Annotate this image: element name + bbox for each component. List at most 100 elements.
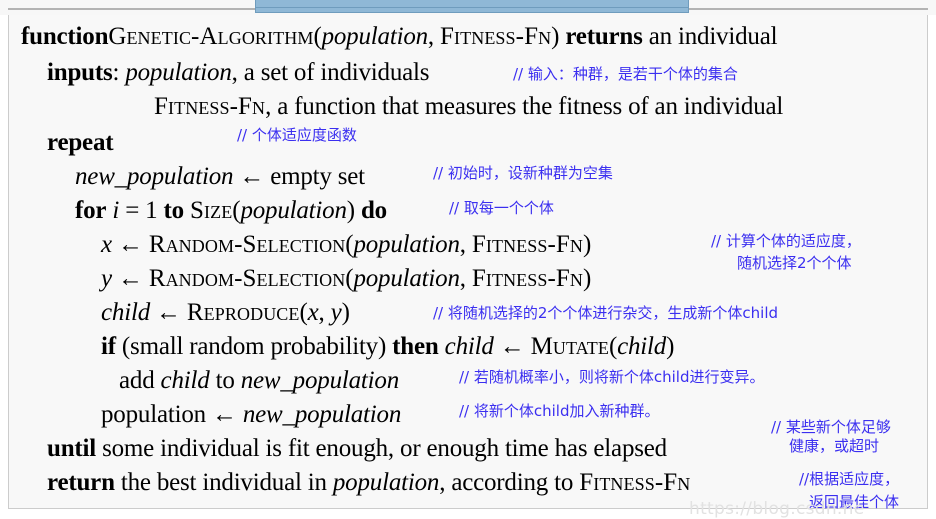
code-token-keyword: inputs xyxy=(47,59,113,86)
code-token-plain: ( xyxy=(313,23,322,50)
code-token-keyword: do xyxy=(360,197,387,224)
code-token-italic: population xyxy=(353,231,460,258)
annotation-reproduce: // 将随机选择的2个个体进行杂交，生成新个体child xyxy=(433,304,779,322)
annotation-selection-line1: // 计算个体的适应度， xyxy=(711,232,861,250)
code-token-italic: population xyxy=(332,469,440,496)
code-token-plain: an individual xyxy=(642,23,778,50)
annotation-selection-line2: 随机选择2个个体 xyxy=(737,254,852,272)
code-token-plain: to xyxy=(209,367,241,394)
annotation-until-line1: // 某些新个体足够 xyxy=(771,418,891,436)
code-line-repeat: repeat xyxy=(47,129,114,156)
code-token-italic: new_population xyxy=(240,367,400,394)
code-line-inputs: inputs: population, a set of individuals xyxy=(47,59,430,86)
code-token-keyword: until xyxy=(47,435,97,462)
code-line-if-mutate: if (small random probability) then child… xyxy=(101,334,674,359)
code-token-plain: population ← xyxy=(101,401,243,428)
code-token-italic: child xyxy=(101,299,150,326)
pseudocode-panel: functionGenetic-Algorithm(population, Fi… xyxy=(8,12,928,519)
code-token-plain: add xyxy=(119,367,161,394)
code-token-plain: ) xyxy=(341,299,350,326)
code-line-fitness-fn: Fitness-Fn, a function that measures the… xyxy=(154,94,783,119)
code-token-keyword: repeat xyxy=(47,129,114,156)
annotation-return-line2: 返回最佳个体 xyxy=(809,493,900,511)
code-token-smallcaps: Mutate xyxy=(530,333,609,360)
code-line-return: return the best individual in population… xyxy=(47,470,690,495)
code-token-plain: , a set of individuals xyxy=(231,59,430,86)
code-token-plain: ( xyxy=(299,299,308,326)
code-token-smallcaps: Fitness-Fn xyxy=(440,23,552,50)
annotation-fitness-fn: // 个体适应度函数 xyxy=(237,126,357,144)
code-line-y-random-selection: y ← Random-Selection(population, Fitness… xyxy=(101,266,591,291)
code-token-keyword: then xyxy=(392,333,439,360)
code-token-italic: population xyxy=(321,23,429,50)
code-token-keyword: to xyxy=(163,197,185,224)
code-token-plain: ) xyxy=(666,333,675,360)
code-token-plain: , xyxy=(427,23,441,50)
top-strip xyxy=(0,0,936,15)
code-token-italic: new_population xyxy=(75,163,234,190)
annotation-add-child: // 将新个体child加入新种群。 xyxy=(459,402,660,420)
code-token-italic: x xyxy=(101,231,112,258)
code-token-plain: some individual is fit enough, or enough… xyxy=(96,435,667,462)
code-line-population-assign: population ← new_population xyxy=(101,402,401,427)
code-token-smallcaps: Fitness-Fn xyxy=(471,231,584,258)
code-token-smallcaps: Fitness-Fn xyxy=(154,93,266,120)
code-line-new-population: new_population ← empty set xyxy=(75,164,365,189)
code-token-plain: : xyxy=(112,59,126,86)
code-token-italic: y xyxy=(330,299,342,326)
annotation-new-population: // 初始时，设新种群为空集 xyxy=(433,164,613,182)
code-token-plain: ← empty set xyxy=(233,163,365,190)
annotation-until-line2: 健康，或超时 xyxy=(789,437,880,455)
code-token-smallcaps: Genetic-Algorithm xyxy=(108,23,314,50)
code-line-add-child: add child to new_population xyxy=(119,368,399,393)
code-line-child-reproduce: child ← Reproduce(x, y) xyxy=(101,300,350,325)
code-token-smallcaps: Random-Selection xyxy=(148,265,346,292)
code-token-plain: = 1 xyxy=(119,197,164,224)
code-token-smallcaps: Fitness-Fn xyxy=(579,469,691,496)
annotation-for-loop: // 取每一个个体 xyxy=(449,199,554,217)
code-token-italic: x xyxy=(307,299,319,326)
code-token-plain: ( xyxy=(608,333,618,360)
annotation-inputs: // 输入：种群，是若干个体的集合 xyxy=(513,65,738,83)
code-token-plain: , xyxy=(459,231,472,258)
code-token-plain: ← xyxy=(111,265,149,292)
code-token-italic: child xyxy=(617,333,667,360)
code-token-italic: population xyxy=(125,59,232,86)
code-token-plain: ← xyxy=(111,231,149,258)
annotation-mutate: // 若随机概率小，则将新个体child进行变异。 xyxy=(459,368,765,386)
code-token-plain: ← xyxy=(493,333,531,360)
code-line-x-random-selection: x ← Random-Selection(population, Fitness… xyxy=(101,232,591,257)
code-token-italic: new_population xyxy=(242,401,402,428)
code-token-plain: (small random probability) xyxy=(115,333,393,360)
blue-title-bar xyxy=(255,0,689,13)
code-token-italic: population xyxy=(353,265,460,292)
code-token-smallcaps: Reproduce xyxy=(186,299,300,326)
code-token-plain: , xyxy=(459,265,472,292)
code-token-plain: , a function that measures the fitness o… xyxy=(265,93,784,120)
code-token-plain: ) xyxy=(583,265,592,292)
code-token-smallcaps: Size xyxy=(190,197,233,224)
annotation-return-line1: //根据适应度， xyxy=(799,470,900,488)
code-token-keyword: for xyxy=(75,197,107,224)
code-line-until: until some individual is fit enough, or … xyxy=(47,436,667,461)
code-token-italic: child xyxy=(160,367,210,394)
code-line-function: functionGenetic-Algorithm(population, Fi… xyxy=(21,23,778,50)
code-token-italic: population xyxy=(240,197,347,224)
code-token-keyword: if xyxy=(101,333,116,360)
code-token-italic: child xyxy=(444,333,494,360)
code-line-for-loop: for i = 1 to Size(population) do xyxy=(75,198,387,223)
code-token-keyword: function xyxy=(21,23,109,50)
code-token-plain: ) xyxy=(346,197,361,224)
code-token-plain: ← xyxy=(150,299,187,326)
code-token-plain: ) xyxy=(583,231,592,258)
code-token-keyword: returns xyxy=(565,23,643,50)
code-token-plain: the best individual in xyxy=(114,469,333,496)
code-token-plain: , xyxy=(318,299,331,326)
code-token-plain: ) xyxy=(551,23,566,50)
code-token-plain: , according to xyxy=(439,469,580,496)
blue-title-bar-divider xyxy=(256,7,688,8)
code-token-smallcaps: Random-Selection xyxy=(148,231,346,258)
code-token-keyword: return xyxy=(47,469,115,496)
code-token-italic: y xyxy=(101,265,112,292)
code-token-smallcaps: Fitness-Fn xyxy=(471,265,584,292)
